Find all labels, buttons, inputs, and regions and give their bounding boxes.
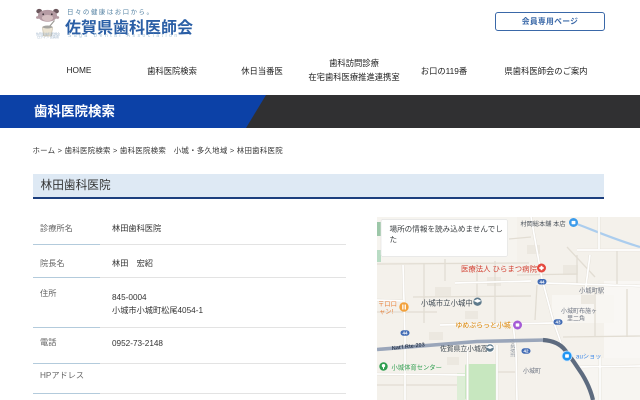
svg-text:44: 44 — [402, 331, 408, 336]
svg-text:村岡総本舗 本店: 村岡総本舗 本店 — [521, 220, 566, 228]
svg-text:里二角: 里二角 — [567, 315, 585, 323]
svg-text:小城町駅: 小城町駅 — [579, 286, 605, 295]
svg-text:43: 43 — [555, 320, 561, 325]
svg-text:〒口口: 〒口口 — [378, 300, 397, 308]
svg-text:小城市立小城中: 小城市立小城中 — [421, 299, 473, 308]
svg-text:場所の情報を読み込めませんでし: 場所の情報を読み込めませんでし — [390, 224, 503, 234]
svg-text:ゆめぷらっと小城: ゆめぷらっと小城 — [456, 321, 511, 330]
svg-text:小城町布施ヶ: 小城町布施ヶ — [561, 307, 597, 315]
svg-text:auショッ: auショッ — [576, 354, 601, 361]
svg-text:た: た — [390, 235, 398, 244]
svg-text:42: 42 — [523, 349, 529, 354]
svg-text:佐賀県立小城高: 佐賀県立小城高 — [440, 344, 488, 353]
svg-text:医療法人 ひらまつ病院: 医療法人 ひらまつ病院 — [461, 265, 538, 274]
svg-text:小城駅前: 小城駅前 — [509, 340, 516, 358]
svg-text:小城体育センター: 小城体育センター — [392, 363, 442, 372]
svg-text:小城町: 小城町 — [523, 367, 541, 375]
svg-text:ャン!: ャン! — [379, 309, 394, 316]
svg-text:44: 44 — [539, 279, 545, 284]
